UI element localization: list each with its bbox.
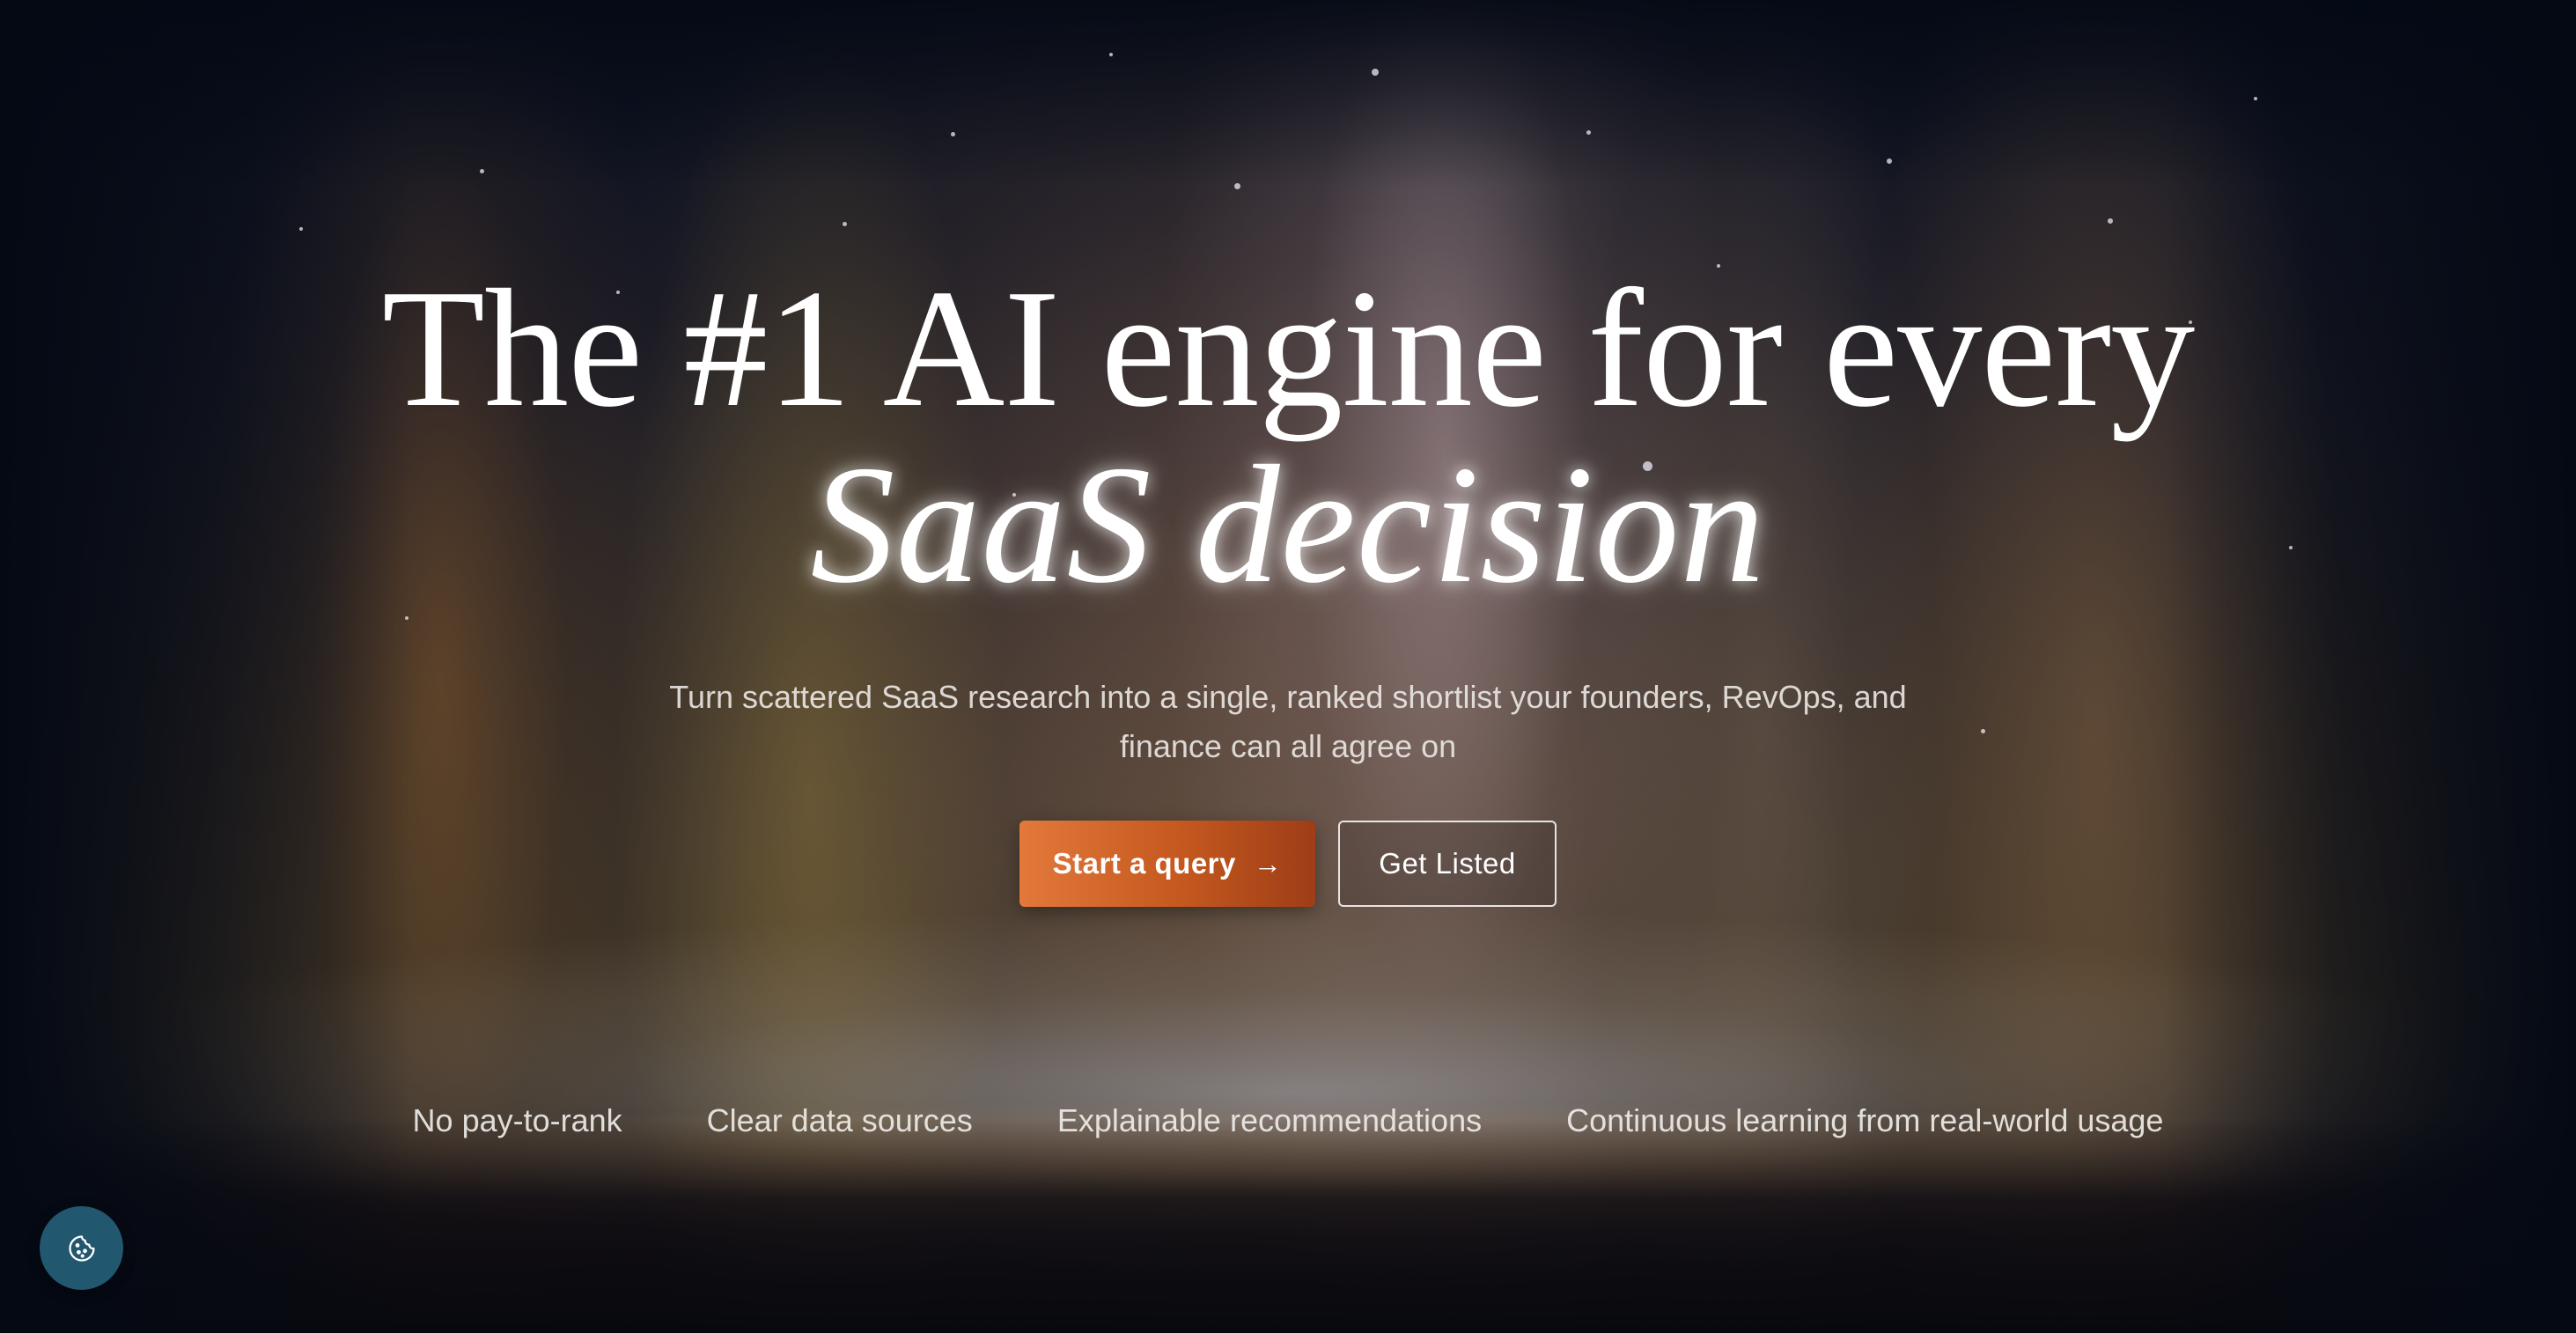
star <box>299 227 303 231</box>
star <box>1372 69 1379 76</box>
cookie-settings-button[interactable] <box>40 1206 123 1290</box>
feature-list: No pay-to-rank Clear data sources Explai… <box>0 1102 2576 1139</box>
hero-section: The #1 AI engine for every SaaS decision… <box>0 264 2576 907</box>
star <box>2108 218 2113 224</box>
arrow-right-icon: → <box>1253 847 1283 880</box>
star <box>951 132 955 136</box>
star <box>843 222 847 226</box>
feature-item-explainable-recommendations: Explainable recommendations <box>1056 1102 1483 1138</box>
feature-item-continuous-learning: Continuous learning from real-world usag… <box>1566 1102 2164 1138</box>
star <box>1887 158 1892 164</box>
star <box>2254 97 2257 100</box>
star <box>1109 53 1113 56</box>
feature-item-clear-data-sources: Clear data sources <box>706 1102 973 1138</box>
feature-item-no-pay-to-rank: No pay-to-rank <box>412 1102 622 1138</box>
hero-headline-line2: SaaS decision <box>810 431 1766 618</box>
hero-headline: The #1 AI engine for every SaaS decision <box>0 264 2576 609</box>
hero-headline-line1: The #1 AI engine for every <box>381 254 2196 442</box>
get-listed-label: Get Listed <box>1379 847 1516 880</box>
start-query-label: Start a query <box>1052 847 1236 880</box>
star <box>1234 183 1240 189</box>
landing-page: The #1 AI engine for every SaaS decision… <box>0 0 2576 1333</box>
get-listed-button[interactable]: Get Listed <box>1338 821 1557 907</box>
cta-row: Start a query → Get Listed <box>0 821 2576 907</box>
star <box>1586 130 1591 135</box>
cookie-icon <box>68 1234 95 1262</box>
star <box>480 169 484 173</box>
start-query-button[interactable]: Start a query → <box>1019 821 1315 907</box>
hero-subtitle: Turn scattered SaaS research into a sing… <box>669 679 1907 764</box>
